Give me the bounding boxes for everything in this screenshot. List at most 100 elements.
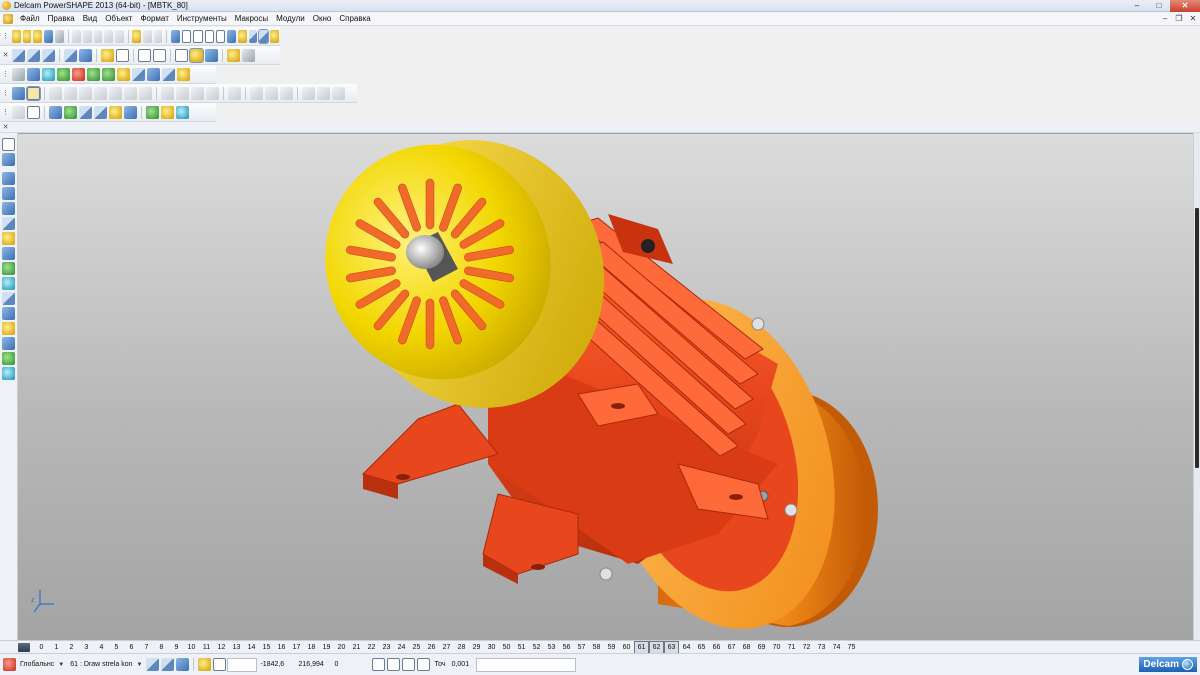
model-menu-icon[interactable] bbox=[2, 367, 15, 380]
curve-icon[interactable] bbox=[215, 29, 226, 43]
feature-15-icon[interactable] bbox=[280, 86, 293, 100]
menu-edit[interactable]: Правка bbox=[44, 12, 79, 26]
vertical-scrollbar[interactable] bbox=[1193, 133, 1200, 640]
layer-button[interactable]: 4 bbox=[94, 642, 109, 653]
layer-button[interactable]: 70 bbox=[769, 642, 784, 653]
layer-button[interactable]: 52 bbox=[529, 642, 544, 653]
menu-format[interactable]: Формат bbox=[136, 12, 172, 26]
layer-button[interactable]: 9 bbox=[169, 642, 184, 653]
layer-button[interactable]: 21 bbox=[349, 642, 364, 653]
layer-button[interactable]: 63 bbox=[664, 640, 679, 654]
feature-5-icon[interactable] bbox=[109, 86, 122, 100]
layer-button[interactable]: 50 bbox=[499, 642, 514, 653]
layer-button[interactable]: 18 bbox=[304, 642, 319, 653]
menu-object[interactable]: Объект bbox=[101, 12, 136, 26]
mesh-menu-icon[interactable] bbox=[2, 247, 15, 260]
minimize-button[interactable]: – bbox=[1126, 0, 1148, 12]
layer-button[interactable]: 24 bbox=[394, 642, 409, 653]
feature-icon[interactable] bbox=[248, 29, 258, 43]
analysis-menu-icon[interactable] bbox=[2, 352, 15, 365]
toolbar-grip[interactable]: ⋮ bbox=[2, 67, 9, 81]
document-icon[interactable] bbox=[3, 13, 13, 24]
delete-icon[interactable] bbox=[104, 29, 113, 43]
solid-menu-icon[interactable] bbox=[2, 217, 15, 230]
split-icon[interactable] bbox=[162, 67, 175, 81]
view-iso-icon[interactable] bbox=[64, 48, 77, 62]
feature-3-icon[interactable] bbox=[79, 86, 92, 100]
doc-minimize-button[interactable]: – bbox=[1158, 14, 1172, 23]
zoom-window-icon[interactable] bbox=[138, 48, 151, 62]
layer-button[interactable]: 14 bbox=[244, 642, 259, 653]
feature-menu-icon[interactable] bbox=[2, 322, 15, 335]
layer-button[interactable]: 13 bbox=[229, 642, 244, 653]
level-select[interactable]: 61 : Draw strela kon bbox=[67, 658, 135, 672]
feature-4-icon[interactable] bbox=[94, 86, 107, 100]
cone-icon[interactable] bbox=[42, 67, 55, 81]
feature-2-icon[interactable] bbox=[64, 86, 77, 100]
text-icon[interactable] bbox=[153, 29, 163, 43]
open-folder-icon[interactable] bbox=[33, 29, 43, 43]
arc-icon[interactable] bbox=[193, 29, 203, 43]
layer-button[interactable]: 68 bbox=[739, 642, 754, 653]
x-coordinate[interactable]: -1842,6 bbox=[257, 658, 295, 672]
chevron-down-icon[interactable]: ▼ bbox=[137, 662, 143, 668]
layer-button[interactable]: 74 bbox=[829, 642, 844, 653]
feature-17-icon[interactable] bbox=[317, 86, 330, 100]
measure-icon[interactable] bbox=[161, 105, 174, 119]
shaded-icon[interactable] bbox=[189, 47, 204, 63]
layer-button[interactable]: 11 bbox=[199, 642, 214, 653]
layer-button[interactable]: 71 bbox=[784, 642, 799, 653]
layer-button[interactable]: 2 bbox=[64, 642, 79, 653]
grid-status-icon[interactable] bbox=[213, 658, 227, 671]
feature-18-icon[interactable] bbox=[332, 86, 345, 100]
command-field[interactable] bbox=[476, 657, 577, 672]
workplane-status-icon[interactable] bbox=[3, 658, 16, 671]
scale-solid-icon[interactable] bbox=[109, 105, 122, 119]
layer-button[interactable]: 72 bbox=[799, 642, 814, 653]
calculator-icon[interactable] bbox=[372, 658, 386, 671]
layer-button[interactable]: 23 bbox=[379, 642, 394, 653]
sphere-icon[interactable] bbox=[57, 67, 70, 81]
view-top-icon[interactable] bbox=[27, 48, 40, 62]
toolbar-grip[interactable]: ⋮ bbox=[2, 105, 9, 119]
feature-16-icon[interactable] bbox=[302, 86, 315, 100]
layers-icon[interactable] bbox=[18, 642, 30, 652]
panel-close-icon[interactable]: ✕ bbox=[2, 120, 9, 134]
layer-button[interactable]: 16 bbox=[274, 642, 289, 653]
doc-restore-button[interactable]: ❐ bbox=[1172, 14, 1186, 23]
layer-button[interactable]: 28 bbox=[454, 642, 469, 653]
feature-11-icon[interactable] bbox=[206, 86, 219, 100]
feature-6-icon[interactable] bbox=[124, 86, 137, 100]
solid-icon[interactable] bbox=[238, 29, 247, 43]
toolbar-grip[interactable]: ⋮ bbox=[2, 29, 9, 43]
layer-button[interactable]: 67 bbox=[724, 642, 739, 653]
save-icon[interactable] bbox=[44, 29, 53, 43]
z-coordinate[interactable]: 0 bbox=[331, 658, 371, 672]
layer-button[interactable]: 56 bbox=[559, 642, 574, 653]
light-icon[interactable] bbox=[227, 48, 240, 62]
dimension-menu-icon[interactable] bbox=[2, 262, 15, 275]
extrude-icon[interactable] bbox=[87, 67, 100, 81]
axis-icon[interactable] bbox=[27, 105, 40, 119]
menu-view[interactable]: Вид bbox=[79, 12, 101, 26]
scrollbar-thumb[interactable] bbox=[1195, 208, 1199, 468]
component-icon[interactable] bbox=[12, 105, 25, 119]
layer-button[interactable]: 19 bbox=[319, 642, 334, 653]
menu-macros[interactable]: Макросы bbox=[231, 12, 272, 26]
layer-button[interactable]: 25 bbox=[409, 642, 424, 653]
curve-menu-icon[interactable] bbox=[2, 202, 15, 215]
toolbar-grip[interactable]: ⋮ bbox=[2, 86, 9, 100]
wireframe-menu-icon[interactable] bbox=[2, 172, 15, 185]
layer-button[interactable]: 7 bbox=[139, 642, 154, 653]
maximize-button[interactable]: □ bbox=[1148, 0, 1170, 12]
cylinder-icon[interactable] bbox=[27, 67, 40, 81]
relative-icon[interactable] bbox=[402, 658, 416, 671]
layer-button[interactable]: 61 bbox=[634, 640, 649, 654]
layer-button[interactable]: 1 bbox=[49, 642, 64, 653]
layer-button[interactable]: 59 bbox=[604, 642, 619, 653]
layer-button[interactable]: 26 bbox=[424, 642, 439, 653]
layer-button[interactable]: 58 bbox=[589, 642, 604, 653]
blend-icon[interactable] bbox=[147, 67, 160, 81]
menu-modules[interactable]: Модули bbox=[272, 12, 309, 26]
pattern-icon[interactable] bbox=[177, 67, 190, 81]
